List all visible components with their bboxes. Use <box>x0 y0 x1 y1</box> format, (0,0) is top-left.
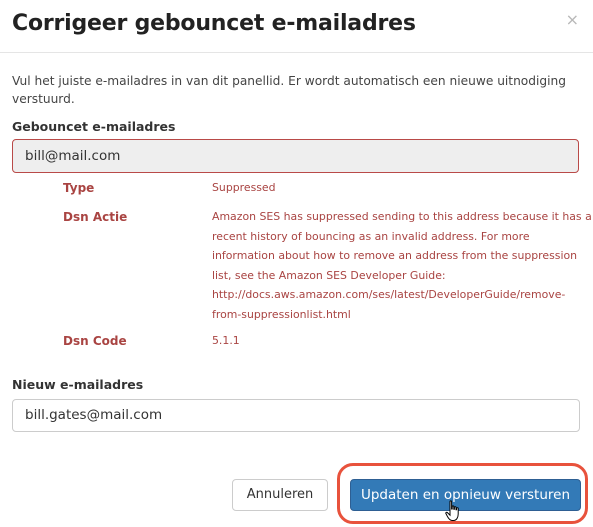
new-email-label: Nieuw e-mailadres <box>12 377 144 392</box>
bounced-email-field: bill@mail.com <box>12 139 579 173</box>
dsn-code-value: 5.1.1 <box>212 334 240 347</box>
hand-cursor-icon <box>445 500 459 521</box>
cancel-button[interactable]: Annuleren <box>232 479 328 511</box>
correct-bounced-email-dialog: Corrigeer gebouncet e-mailadres × Vul he… <box>0 0 593 527</box>
dsn-code-label: Dsn Code <box>63 334 127 348</box>
modal-title: Corrigeer gebouncet e-mailadres <box>12 11 416 36</box>
dsn-action-label: Dsn Actie <box>63 210 128 224</box>
intro-text: Vul het juiste e-mailadres in van dit pa… <box>12 74 566 106</box>
dsn-action-value: Amazon SES has suppressed sending to thi… <box>212 210 592 321</box>
type-label: Type <box>63 181 95 195</box>
modal-header: Corrigeer gebouncet e-mailadres × <box>0 0 593 53</box>
type-value: Suppressed <box>212 181 276 194</box>
bounced-email-label: Gebouncet e-mailadres <box>12 119 176 134</box>
close-icon[interactable]: × <box>566 10 579 29</box>
update-and-resend-button[interactable]: Updaten en opnieuw versturen <box>350 479 581 511</box>
new-email-input[interactable]: bill.gates@mail.com <box>12 399 580 432</box>
